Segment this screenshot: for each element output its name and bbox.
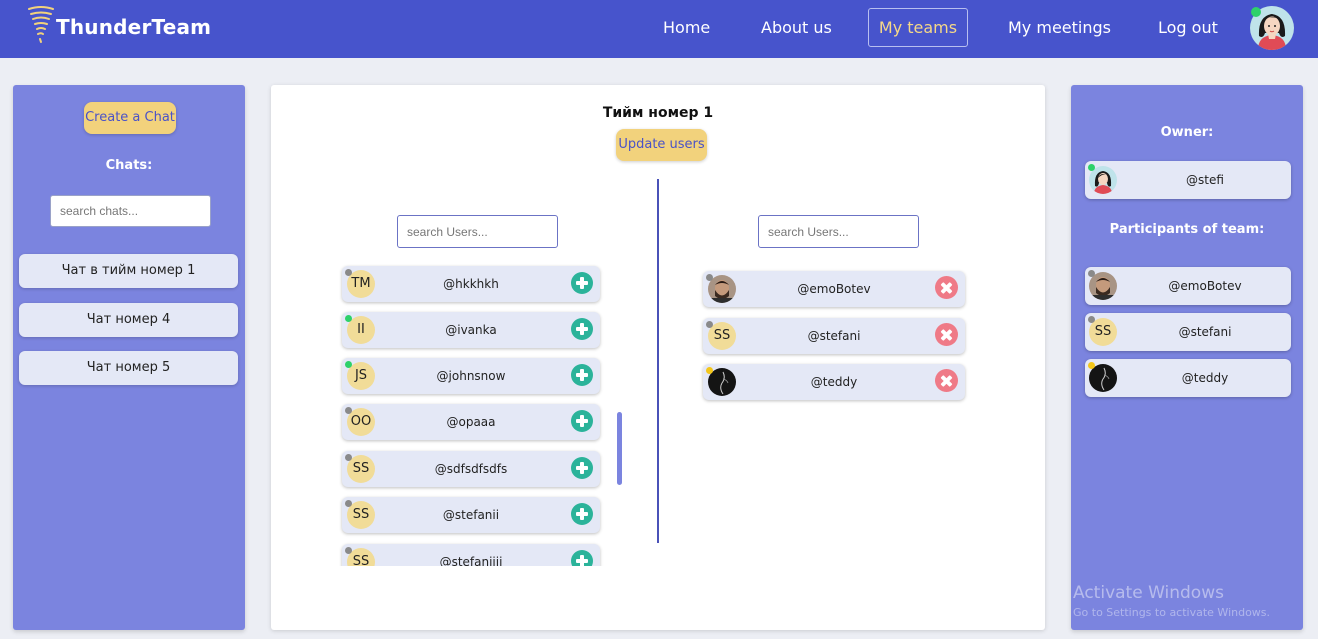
status-dot bbox=[345, 407, 352, 414]
nav-log-out[interactable]: Log out bbox=[1158, 18, 1218, 37]
list-item[interactable]: SS @stefaniiii bbox=[342, 544, 600, 566]
team-title: Тийм номер 1 bbox=[602, 105, 714, 121]
remove-user-icon[interactable] bbox=[935, 369, 958, 392]
status-dot bbox=[706, 367, 713, 374]
username: @ivanka bbox=[445, 323, 497, 337]
search-chats-input[interactable] bbox=[50, 195, 211, 227]
online-status-dot bbox=[1251, 7, 1261, 17]
list-item[interactable]: @emoBotev bbox=[703, 271, 965, 307]
team-info-sidebar: Owner: @stefi Participants of team: @emo… bbox=[1071, 85, 1303, 630]
team-editor: Тийм номер 1 Update users TM @hkkhkh II … bbox=[271, 85, 1045, 630]
status-dot bbox=[345, 361, 352, 368]
chats-sidebar: Create a Chat Chats: Чат в тийм номер 1 … bbox=[13, 85, 245, 630]
status-dot bbox=[1088, 270, 1095, 277]
status-dot bbox=[1088, 316, 1095, 323]
participant-card[interactable]: SS @stefani bbox=[1085, 313, 1291, 351]
username: @stefani bbox=[807, 329, 861, 343]
nav-about-us[interactable]: About us bbox=[761, 18, 832, 37]
available-users-list[interactable]: TM @hkkhkh II @ivanka JS @johnsnow OO @o… bbox=[339, 264, 604, 566]
remove-user-icon[interactable] bbox=[935, 323, 958, 346]
status-dot bbox=[706, 321, 713, 328]
activation-watermark-title: Activate Windows bbox=[1073, 583, 1224, 603]
remove-user-icon[interactable] bbox=[935, 276, 958, 299]
add-user-icon[interactable] bbox=[571, 503, 593, 525]
status-dot bbox=[706, 274, 713, 281]
list-item[interactable]: OO @opaaa bbox=[342, 404, 600, 440]
owner-card[interactable]: @stefi bbox=[1085, 161, 1291, 199]
list-item[interactable]: JS @johnsnow bbox=[342, 358, 600, 394]
column-divider bbox=[657, 179, 659, 543]
tornado-icon[interactable] bbox=[26, 4, 56, 44]
username: @teddy bbox=[1181, 371, 1229, 385]
username: @stefanii bbox=[442, 508, 500, 522]
chat-item[interactable]: Чат номер 5 bbox=[19, 351, 238, 385]
chats-heading: Chats: bbox=[105, 158, 153, 173]
add-user-icon[interactable] bbox=[571, 318, 593, 340]
nav-my-meetings[interactable]: My meetings bbox=[1008, 18, 1111, 37]
navbar: ThunderTeam Home About us My teams My me… bbox=[0, 0, 1318, 58]
username: @stefaniiii bbox=[439, 555, 503, 566]
list-scrollbar[interactable] bbox=[617, 412, 622, 485]
status-dot bbox=[345, 500, 352, 507]
chat-item[interactable]: Чат номер 4 bbox=[19, 303, 238, 337]
activation-watermark-subtitle: Go to Settings to activate Windows. bbox=[1073, 606, 1271, 619]
status-dot bbox=[1088, 164, 1095, 171]
nav-home[interactable]: Home bbox=[663, 18, 710, 37]
status-dot bbox=[345, 269, 352, 276]
list-item[interactable]: @teddy bbox=[703, 364, 965, 400]
username: @johnsnow bbox=[436, 369, 506, 383]
list-item[interactable]: SS @stefani bbox=[703, 318, 965, 354]
list-item[interactable]: SS @sdfsdfsdfs bbox=[342, 451, 600, 487]
participant-card[interactable]: @teddy bbox=[1085, 359, 1291, 397]
list-item[interactable]: SS @stefanii bbox=[342, 497, 600, 533]
add-user-icon[interactable] bbox=[571, 550, 593, 566]
owner-username: @stefi bbox=[1186, 173, 1224, 187]
username: @sdfsdfsdfs bbox=[434, 462, 508, 476]
username: @teddy bbox=[810, 375, 858, 389]
username: @opaaa bbox=[446, 415, 496, 429]
brand-name[interactable]: ThunderTeam bbox=[56, 15, 211, 39]
username: @emoBotev bbox=[797, 282, 871, 296]
status-dot bbox=[1088, 362, 1095, 369]
list-item[interactable]: II @ivanka bbox=[342, 312, 600, 348]
participants-heading: Participants of team: bbox=[1109, 222, 1265, 237]
create-chat-button[interactable]: Create a Chat bbox=[84, 102, 176, 134]
owner-heading: Owner: bbox=[1160, 125, 1214, 140]
add-user-icon[interactable] bbox=[571, 364, 593, 386]
username: @emoBotev bbox=[1168, 279, 1242, 293]
search-members-input[interactable] bbox=[758, 215, 919, 248]
search-users-input[interactable] bbox=[397, 215, 558, 248]
status-dot bbox=[345, 454, 352, 461]
list-item[interactable]: TM @hkkhkh bbox=[342, 266, 600, 302]
participant-card[interactable]: @emoBotev bbox=[1085, 267, 1291, 305]
chat-item[interactable]: Чат в тийм номер 1 bbox=[19, 254, 238, 288]
nav-my-teams[interactable]: My teams bbox=[868, 8, 968, 47]
status-dot bbox=[345, 547, 352, 554]
update-users-button[interactable]: Update users bbox=[616, 129, 707, 161]
username: @hkkhkh bbox=[443, 277, 499, 291]
add-user-icon[interactable] bbox=[571, 272, 593, 294]
add-user-icon[interactable] bbox=[571, 457, 593, 479]
status-dot bbox=[345, 315, 352, 322]
username: @stefani bbox=[1178, 325, 1232, 339]
add-user-icon[interactable] bbox=[571, 410, 593, 432]
